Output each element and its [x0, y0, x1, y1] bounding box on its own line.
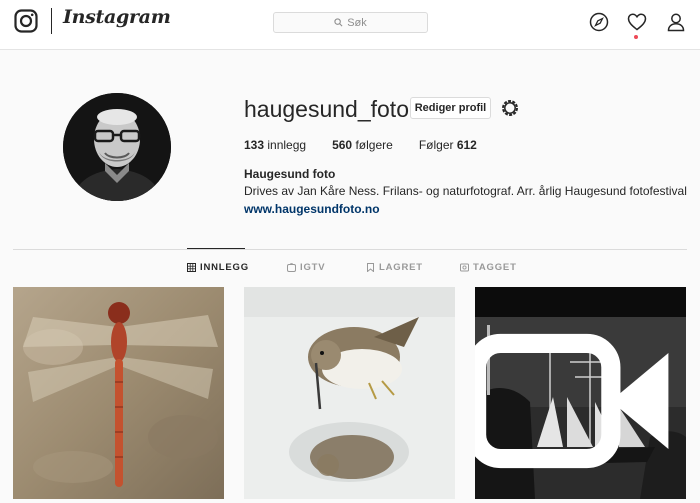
profile-full-name: Haugesund foto [244, 167, 336, 181]
search-input[interactable]: Søk [273, 12, 428, 33]
tag-icon [460, 263, 469, 272]
tab-saved-label: LAGRET [379, 262, 423, 273]
tab-tagged-label: TAGGET [473, 262, 517, 273]
igtv-icon [287, 263, 296, 272]
tab-posts[interactable]: INNLEGG [187, 262, 249, 273]
grid-icon [187, 263, 196, 272]
compass-icon[interactable] [589, 12, 609, 32]
tab-saved[interactable]: LAGRET [366, 262, 423, 273]
tab-posts-label: INNLEGG [200, 262, 249, 273]
profile-username: haugesund_foto [244, 96, 409, 122]
profile-stats: 133 innlegg 560 følgere Følger 612 [244, 138, 503, 152]
search-icon [334, 18, 343, 27]
bookmark-icon [367, 263, 374, 272]
avatar[interactable] [63, 93, 171, 201]
video-icon [475, 333, 669, 469]
tab-tagged[interactable]: TAGGET [460, 262, 517, 273]
instagram-logo-icon[interactable] [14, 9, 38, 33]
following-count[interactable]: Følger 612 [419, 138, 477, 152]
post-tall-ship[interactable] [475, 287, 686, 499]
active-tab-indicator [187, 248, 245, 249]
post-sandpiper[interactable] [244, 287, 455, 499]
post-dragonfly[interactable] [13, 287, 224, 499]
followers-count[interactable]: 560 følgere [332, 138, 393, 152]
profile-bio: Drives av Jan Kåre Ness. Frilans- og nat… [244, 184, 687, 198]
heart-icon[interactable] [627, 12, 647, 32]
tab-divider [13, 249, 687, 250]
posts-count: 133 innlegg [244, 138, 307, 152]
profile-icon[interactable] [666, 12, 686, 32]
instagram-wordmark[interactable]: Instagram [63, 6, 171, 28]
settings-gear-icon[interactable] [500, 98, 520, 118]
search-placeholder: Søk [347, 16, 367, 29]
logo-divider [51, 8, 52, 34]
tab-igtv[interactable]: IGTV [287, 262, 325, 273]
top-nav-bar: Instagram Søk [0, 0, 700, 50]
edit-profile-button[interactable]: Rediger profil [410, 97, 491, 119]
profile-website-link[interactable]: www.haugesundfoto.no [244, 202, 380, 216]
notification-dot [634, 35, 638, 39]
tab-igtv-label: IGTV [300, 262, 326, 273]
